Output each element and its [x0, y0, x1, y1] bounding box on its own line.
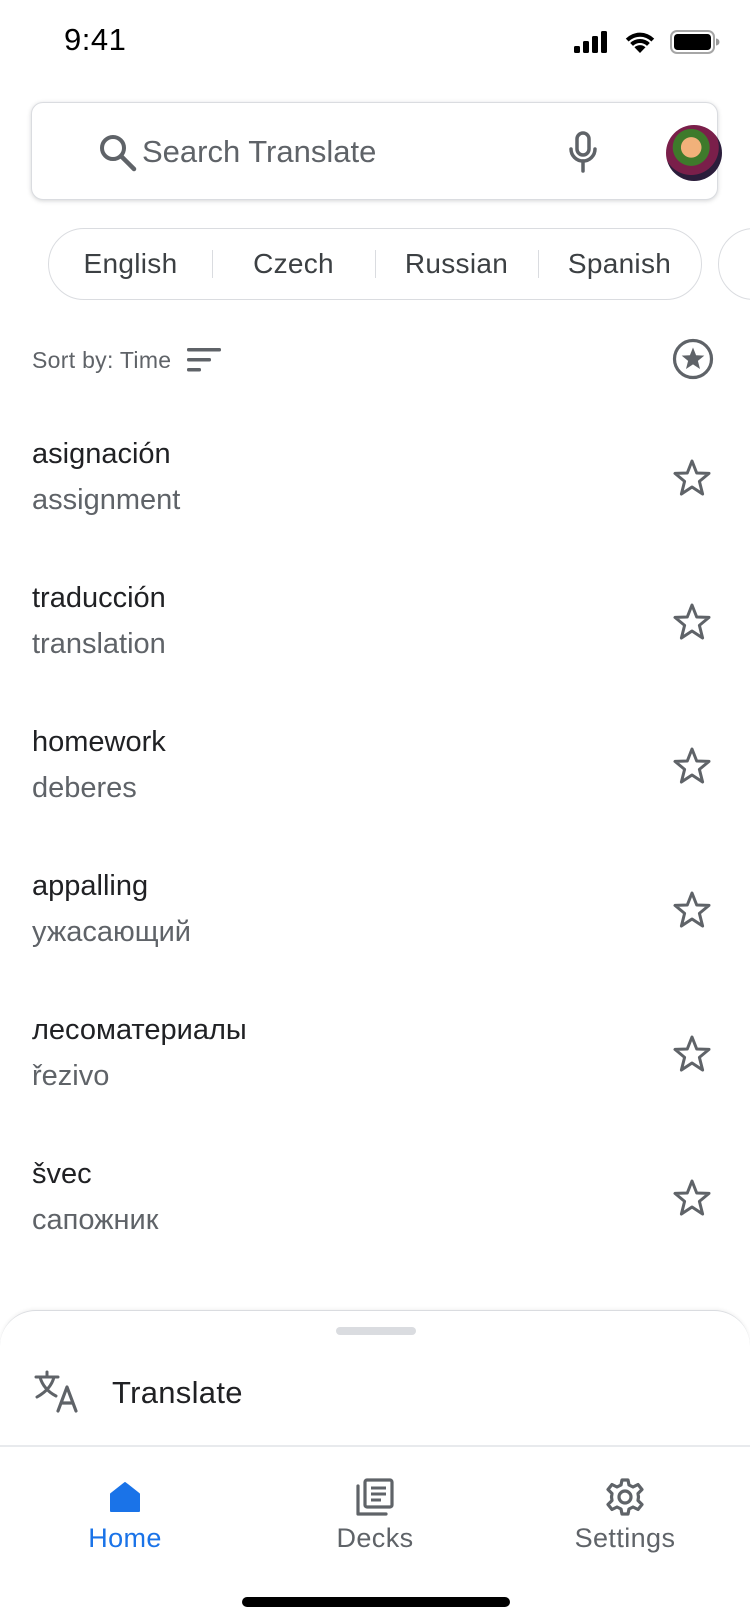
- phrase-translation-text: ужасающий: [32, 916, 191, 948]
- status-time: 9:41: [64, 22, 127, 57]
- app-screen: 9:41 Search Translate English Czech Russ…: [0, 0, 750, 1624]
- star-icon[interactable]: [672, 1034, 712, 1074]
- nav-label-settings: Settings: [574, 1523, 676, 1553]
- phrase-source-text: appalling: [32, 870, 149, 902]
- phrase-translation-text: assignment: [32, 484, 181, 516]
- search-icon: [100, 135, 137, 172]
- nav-item-settings[interactable]: Settings: [500, 1447, 750, 1567]
- battery-icon: [670, 30, 720, 54]
- list-item[interactable]: švec сапожник: [0, 1140, 750, 1284]
- starred-filter-icon[interactable]: [672, 338, 714, 380]
- language-chip-english[interactable]: English: [49, 228, 212, 300]
- sheet-drag-handle[interactable]: [336, 1327, 416, 1335]
- translate-button[interactable]: Translate: [0, 1341, 750, 1441]
- sort-label: Sort by: Time: [32, 346, 172, 373]
- star-icon[interactable]: [672, 746, 712, 786]
- home-icon: [110, 1482, 140, 1512]
- microphone-icon[interactable]: [567, 131, 599, 173]
- nav-label-home: Home: [88, 1523, 162, 1553]
- sort-button[interactable]: Sort by: Time: [32, 336, 223, 384]
- decks-icon: [356, 1478, 394, 1516]
- star-icon[interactable]: [672, 890, 712, 930]
- bottom-navigation: Home Decks Settings: [0, 1447, 750, 1567]
- phrase-source-text: лесоматериалы: [32, 1014, 247, 1046]
- list-item[interactable]: homework deberes: [0, 708, 750, 852]
- phrase-translation-text: řezivo: [32, 1060, 110, 1092]
- star-icon[interactable]: [672, 458, 712, 498]
- cellular-signal-icon: [574, 31, 607, 53]
- language-chip-spanish[interactable]: Spanish: [538, 228, 701, 300]
- search-box[interactable]: [31, 102, 722, 200]
- translate-icon: [34, 1370, 78, 1413]
- avatar[interactable]: [666, 125, 722, 181]
- phrase-translation-text: deberes: [32, 772, 137, 804]
- bottom-sheet: Translate Home Decks Settings: [0, 1310, 750, 1624]
- translate-label: Translate: [112, 1375, 243, 1410]
- phrase-translation-text: сапожник: [32, 1204, 159, 1236]
- nav-item-decks[interactable]: Decks: [250, 1447, 500, 1567]
- list-item[interactable]: лесоматериалы řezivo: [0, 996, 750, 1140]
- star-icon[interactable]: [672, 602, 712, 642]
- phrase-translation-text: translation: [32, 628, 166, 660]
- nav-item-home[interactable]: Home: [0, 1447, 250, 1567]
- list-item[interactable]: traducción translation: [0, 564, 750, 708]
- phrase-source-text: homework: [32, 726, 166, 758]
- phrase-source-text: švec: [32, 1158, 92, 1190]
- wifi-icon: [625, 32, 655, 53]
- gear-icon: [606, 1478, 644, 1516]
- phrase-list: asignación assignment traducción transla…: [0, 420, 750, 1284]
- star-icon[interactable]: [672, 1178, 712, 1218]
- phrase-source-text: traducción: [32, 582, 166, 614]
- status-icons: [574, 30, 720, 54]
- language-chip-more[interactable]: [718, 228, 750, 300]
- search-input[interactable]: [142, 127, 522, 177]
- language-chip-czech[interactable]: Czech: [212, 228, 375, 300]
- list-item[interactable]: asignación assignment: [0, 420, 750, 564]
- sort-icon: [187, 348, 222, 372]
- language-chip-russian[interactable]: Russian: [375, 228, 538, 300]
- language-filter-bar: English Czech Russian Spanish: [48, 228, 702, 300]
- list-item[interactable]: appalling ужасающий: [0, 852, 750, 996]
- home-indicator[interactable]: [242, 1597, 510, 1607]
- status-bar: 9:41: [0, 0, 750, 84]
- phrase-source-text: asignación: [32, 438, 171, 470]
- nav-label-decks: Decks: [336, 1523, 414, 1553]
